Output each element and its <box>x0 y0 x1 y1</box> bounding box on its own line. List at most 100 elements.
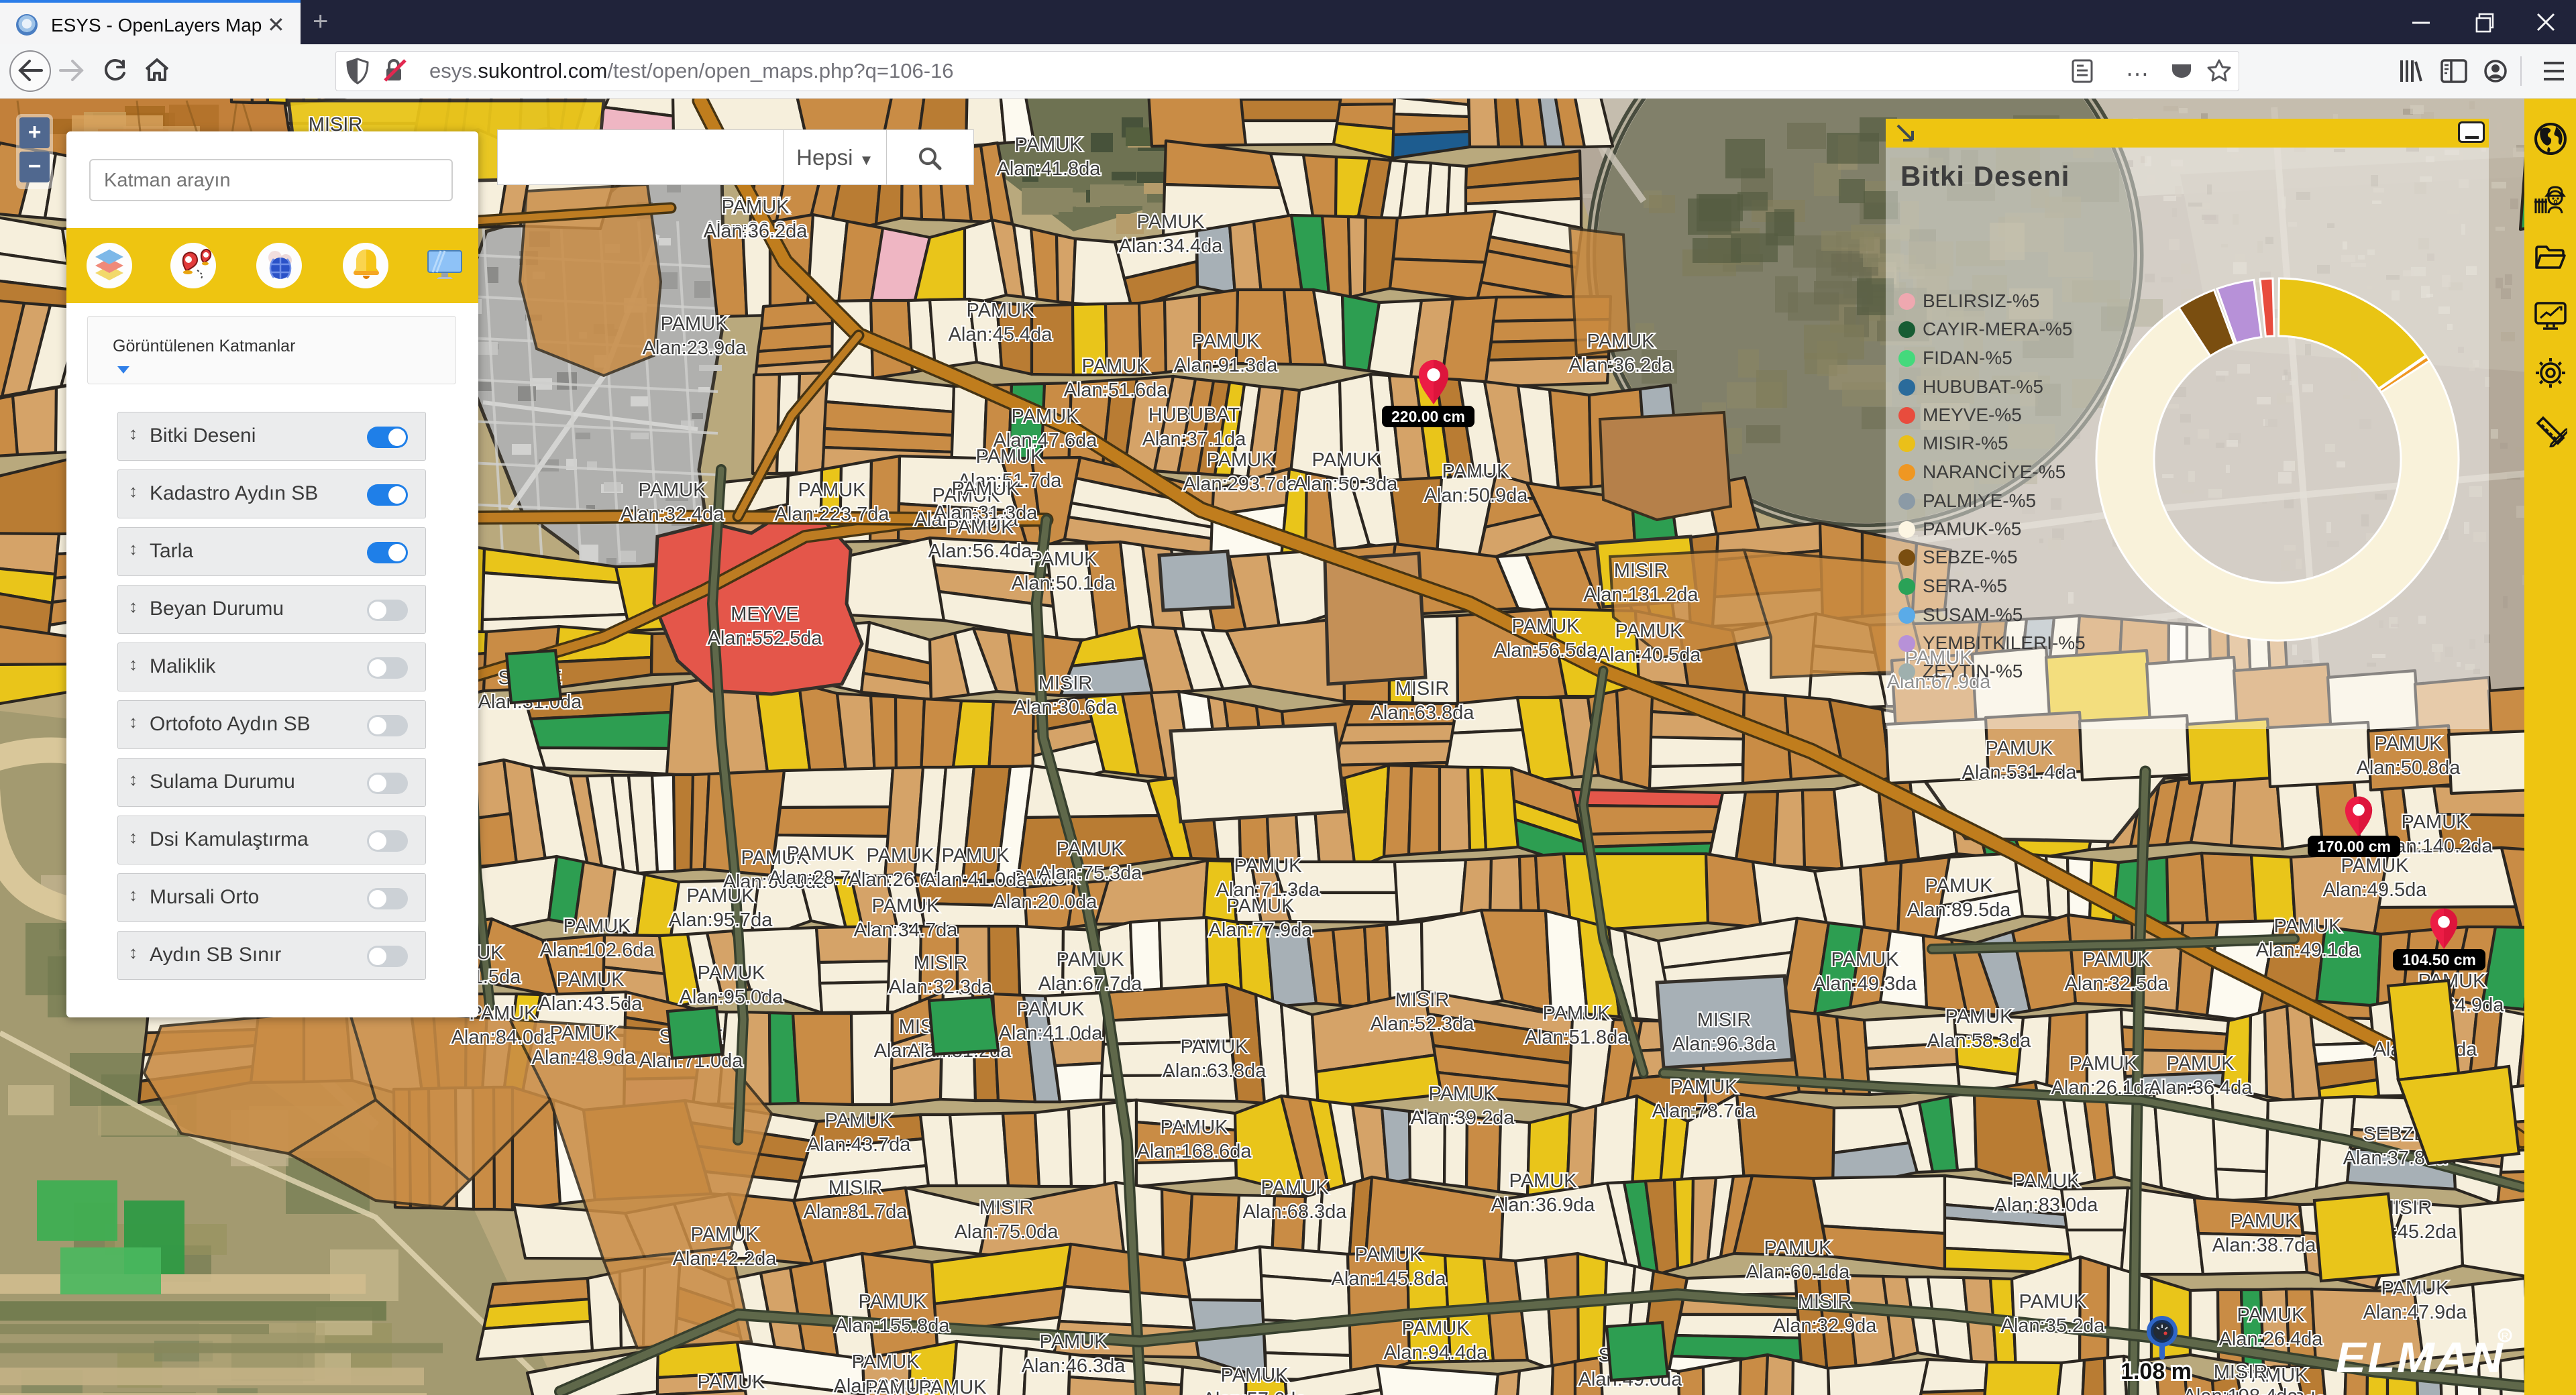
svg-text:Alan:50.8da: Alan:50.8da <box>2357 757 2461 779</box>
svg-text:PAMUK: PAMUK <box>1017 999 1085 1020</box>
svg-text:PAMUK: PAMUK <box>867 845 935 867</box>
svg-text:PAMUK: PAMUK <box>550 1023 619 1044</box>
svg-text:PAMUK: PAMUK <box>1512 616 1580 637</box>
svg-text:PAMUK: PAMUK <box>1030 549 1098 570</box>
svg-text:PAMUK: PAMUK <box>787 843 855 864</box>
svg-text:PAMUK: PAMUK <box>698 962 766 984</box>
svg-text:Alan:32.5da: Alan:32.5da <box>2065 973 2169 995</box>
svg-text:PAMUK: PAMUK <box>2237 1304 2306 1326</box>
svg-text:PAMUK: PAMUK <box>2231 1211 2299 1232</box>
svg-text:Alan:34.7da: Alan:34.7da <box>854 919 959 941</box>
svg-text:Alan:293.7da: Alan:293.7da <box>1183 473 1299 495</box>
svg-text:HUBUBAT: HUBUBAT <box>1148 404 1240 426</box>
svg-text:Alan:47.9da: Alan:47.9da <box>2363 1302 2468 1323</box>
svg-text:Alan:32.9da: Alan:32.9da <box>1773 1315 1878 1337</box>
svg-text:104.50 cm: 104.50 cm <box>2402 951 2476 968</box>
svg-text:Alan:36.9da: Alan:36.9da <box>1491 1194 1596 1216</box>
svg-text:Alan:91.3da: Alan:91.3da <box>1174 355 1279 376</box>
svg-text:PAMUK: PAMUK <box>698 1372 766 1393</box>
svg-text:PAMUK: PAMUK <box>2167 1053 2235 1074</box>
svg-text:PAMUK: PAMUK <box>825 1110 894 1131</box>
svg-text:Alan:50.1da: Alan:50.1da <box>1012 573 1116 594</box>
svg-text:PAMUK: PAMUK <box>722 197 790 218</box>
svg-text:PAMUK: PAMUK <box>1509 1170 1578 1192</box>
svg-text:Alan:77.9da: Alan:77.9da <box>1209 919 1313 941</box>
svg-text:Alan:32.3da: Alan:32.3da <box>889 976 994 998</box>
svg-text:PAMUK: PAMUK <box>1615 620 1684 642</box>
svg-text:Alan:37.1da: Alan:37.1da <box>1142 429 1247 450</box>
svg-text:Alan:96.3da: Alan:96.3da <box>1672 1034 1777 1055</box>
svg-text:PAMUK: PAMUK <box>1429 1083 1497 1105</box>
svg-text:Alan:45.4da: Alan:45.4da <box>949 324 1053 345</box>
svg-text:Alan:43.5da: Alan:43.5da <box>539 993 643 1015</box>
svg-text:MISIR: MISIR <box>979 1197 1034 1219</box>
svg-text:Alan:34.4da: Alan:34.4da <box>1119 235 1224 257</box>
svg-text:Alan:102.6da: Alan:102.6da <box>540 940 655 961</box>
svg-text:Alan:41.8da: Alan:41.8da <box>997 158 1102 180</box>
svg-text:PAMUK: PAMUK <box>1402 1318 1470 1339</box>
svg-text:Alan:32.4da: Alan:32.4da <box>621 504 725 525</box>
svg-text:PAMUK: PAMUK <box>2381 1278 2450 1299</box>
svg-text:PAMUK: PAMUK <box>1040 1331 1108 1353</box>
svg-text:Alan:36.4da: Alan:36.4da <box>2149 1077 2253 1099</box>
svg-text:PAMUK: PAMUK <box>947 516 1015 538</box>
svg-text:Alan:49.3da: Alan:49.3da <box>1813 973 1918 995</box>
svg-text:PAMUK: PAMUK <box>1161 1117 1229 1138</box>
svg-text:Alan:42.2da: Alan:42.2da <box>673 1248 777 1270</box>
svg-text:PAMUK: PAMUK <box>1057 838 1125 860</box>
svg-text:PAMUK: PAMUK <box>1945 1006 2014 1027</box>
svg-text:PAMUK: PAMUK <box>1925 875 1994 897</box>
svg-text:Alan:48.9da: Alan:48.9da <box>532 1047 637 1068</box>
svg-text:Alan:552.5da: Alan:552.5da <box>708 628 823 649</box>
svg-text:PAMUK: PAMUK <box>2083 949 2151 970</box>
svg-text:Alan:50.3da: Alan:50.3da <box>1294 473 1399 495</box>
svg-text:Alan:223.7da: Alan:223.7da <box>775 504 890 525</box>
svg-text:Alan:23.9da: Alan:23.9da <box>643 337 747 359</box>
svg-text:PAMUK: PAMUK <box>919 1377 987 1395</box>
svg-text:PAMUK: PAMUK <box>2070 1053 2138 1074</box>
svg-text:Alan:81.7da: Alan:81.7da <box>804 1201 908 1223</box>
svg-text:Alan:63.8da: Alan:63.8da <box>1371 702 1475 724</box>
svg-text:Alan:75.3da: Alan:75.3da <box>1038 862 1143 884</box>
svg-text:PAMUK: PAMUK <box>2402 812 2470 833</box>
svg-text:PAMUK: PAMUK <box>798 480 867 501</box>
svg-text:PAMUK: PAMUK <box>1082 355 1150 377</box>
svg-text:PAMUK: PAMUK <box>976 446 1044 467</box>
svg-text:PAMUK: PAMUK <box>1764 1237 1833 1259</box>
svg-text:PAMUK: PAMUK <box>1057 949 1125 970</box>
svg-text:Alan:145.8da: Alan:145.8da <box>1332 1268 1447 1290</box>
svg-text:PAMUK: PAMUK <box>557 969 625 991</box>
svg-text:MISIR: MISIR <box>1395 678 1450 700</box>
svg-text:PAMUK: PAMUK <box>872 895 941 917</box>
svg-text:Alan:56.5da: Alan:56.5da <box>1494 640 1599 661</box>
svg-text:PAMUK: PAMUK <box>1587 331 1656 352</box>
svg-text:Alan:94.4da: Alan:94.4da <box>1384 1342 1489 1363</box>
svg-text:PAMUK: PAMUK <box>1012 406 1080 427</box>
svg-text:Alan:198.4da: Alan:198.4da <box>2184 1386 2299 1395</box>
svg-text:Alan:57.6da: Alan:57.6da <box>1203 1389 1307 1395</box>
svg-text:Alan:131.2da: Alan:131.2da <box>1584 584 1699 606</box>
svg-text:Alan:168.6da: Alan:168.6da <box>1137 1141 1252 1162</box>
svg-text:PAMUK: PAMUK <box>952 478 1020 500</box>
svg-text:PAMUK: PAMUK <box>1986 738 2054 759</box>
svg-text:Alan:56.4da: Alan:56.4da <box>928 541 1033 562</box>
svg-text:170.00 cm: 170.00 cm <box>2317 838 2391 855</box>
svg-text:PAMUK: PAMUK <box>691 1224 759 1245</box>
svg-text:Alan:155.8da: Alan:155.8da <box>835 1315 951 1337</box>
svg-text:MISIR: MISIR <box>1697 1009 1752 1031</box>
svg-text:Alan:531.4da: Alan:531.4da <box>1962 762 2078 783</box>
svg-text:Alan:58.3da: Alan:58.3da <box>1927 1030 2032 1052</box>
svg-text:MEYVE: MEYVE <box>731 604 799 625</box>
svg-text:PAMUK: PAMUK <box>1355 1244 1424 1266</box>
svg-text:Alan:84.0da: Alan:84.0da <box>451 1027 556 1048</box>
svg-text:PAMUK: PAMUK <box>2375 733 2443 755</box>
svg-text:MISIR: MISIR <box>914 952 968 974</box>
svg-text:Alan:78.7da: Alan:78.7da <box>1652 1101 1757 1122</box>
svg-text:Alan:36.2da: Alan:36.2da <box>1569 355 1674 376</box>
svg-text:Alan:40.5da: Alan:40.5da <box>1597 645 1702 666</box>
svg-text:PAMUK: PAMUK <box>2012 1170 2081 1192</box>
svg-text:Alan:41.0da: Alan:41.0da <box>924 869 1028 891</box>
svg-text:PAMUK: PAMUK <box>1227 895 1295 917</box>
svg-text:Alan:20.0da: Alan:20.0da <box>994 891 1098 913</box>
svg-text:Alan:51.6da: Alan:51.6da <box>1064 380 1169 401</box>
